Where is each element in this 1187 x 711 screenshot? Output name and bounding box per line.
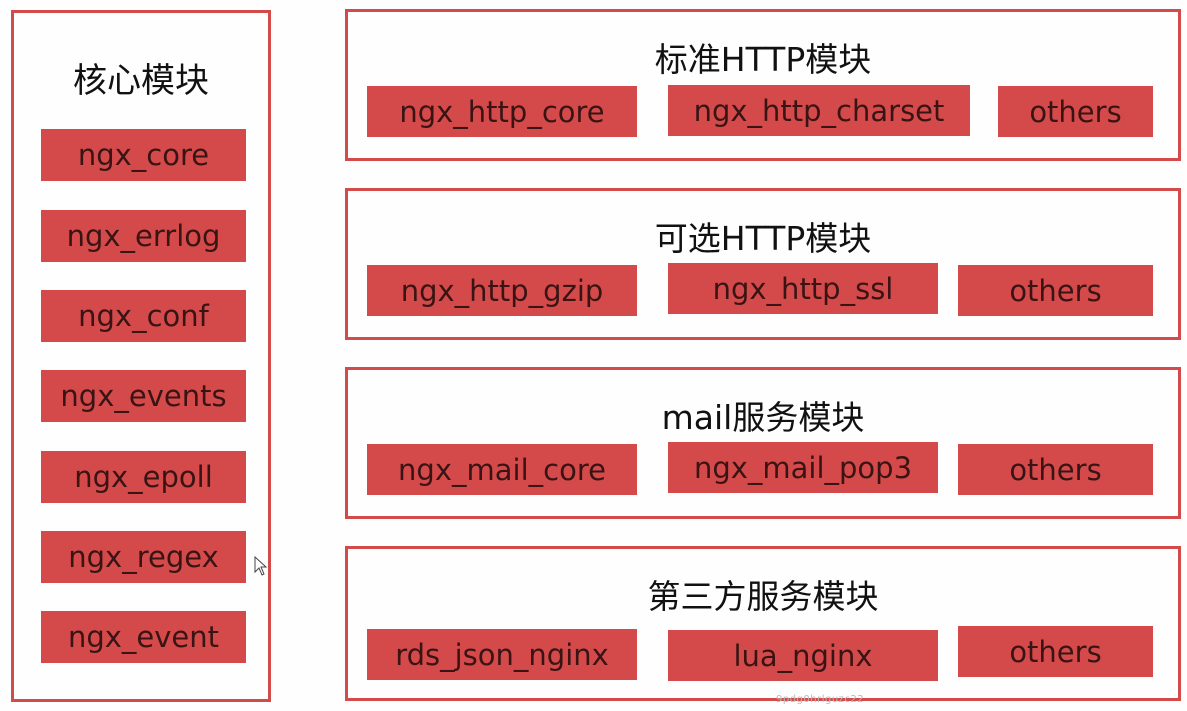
standard-http-modules-panel: 标准HTTP模块 ngx_http_core ngx_http_charset …: [345, 9, 1181, 161]
optional-http-title: 可选HTTP模块: [654, 219, 872, 258]
module-others: others: [958, 444, 1153, 495]
module-ngx-errlog: ngx_errlog: [41, 210, 246, 262]
mail-modules-panel: mail服务模块 ngx_mail_core ngx_mail_pop3 oth…: [345, 367, 1181, 519]
module-ngx-core: ngx_core: [41, 129, 246, 181]
core-modules-title: 核心模块: [73, 61, 209, 101]
module-ngx-conf: ngx_conf: [41, 290, 246, 342]
module-lua-nginx: lua_nginx: [668, 630, 938, 681]
core-modules-panel: 核心模块 ngx_core ngx_errlog ngx_conf ngx_ev…: [11, 10, 271, 702]
module-rds-json-nginx: rds_json_nginx: [367, 629, 637, 680]
mouse-cursor-icon: [254, 556, 268, 576]
module-ngx-epoll: ngx_epoll: [41, 451, 246, 503]
module-ngx-events: ngx_events: [41, 370, 246, 422]
module-ngx-mail-pop3: ngx_mail_pop3: [668, 442, 938, 493]
module-ngx-http-gzip: ngx_http_gzip: [367, 265, 637, 316]
mail-modules-title: mail服务模块: [661, 398, 865, 437]
third-party-title: 第三方服务模块: [647, 577, 879, 616]
module-others: others: [958, 265, 1153, 316]
third-party-modules-panel: 第三方服务模块 rds_json_nginx lua_nginx others: [345, 546, 1181, 701]
module-ngx-http-charset: ngx_http_charset: [668, 85, 970, 136]
module-ngx-http-core: ngx_http_core: [367, 86, 637, 137]
optional-http-modules-panel: 可选HTTP模块 ngx_http_gzip ngx_http_ssl othe…: [345, 188, 1181, 340]
module-ngx-event: ngx_event: [41, 611, 246, 663]
module-others: others: [958, 626, 1153, 677]
standard-http-title: 标准HTTP模块: [654, 40, 872, 79]
watermark: 9pdg0hrlguzc22: [776, 694, 865, 705]
module-ngx-mail-core: ngx_mail_core: [367, 444, 637, 495]
module-ngx-regex: ngx_regex: [41, 531, 246, 583]
module-ngx-http-ssl: ngx_http_ssl: [668, 263, 938, 314]
module-others: others: [998, 86, 1153, 137]
